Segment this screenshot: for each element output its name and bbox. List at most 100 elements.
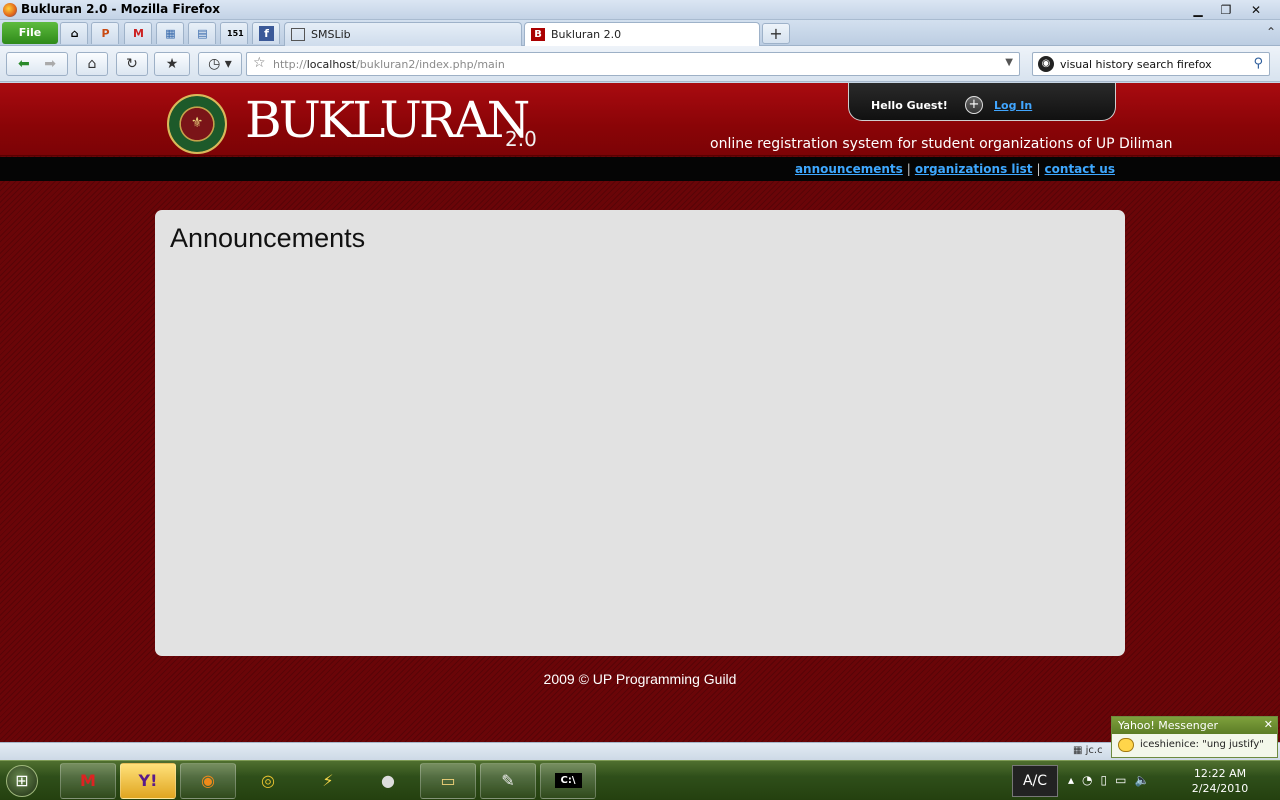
- command-prompt-icon: C:\: [554, 773, 582, 788]
- minimize-button[interactable]: ▁: [1186, 2, 1210, 18]
- list-all-tabs-icon[interactable]: ⌃: [1266, 25, 1276, 39]
- usb-icon: ▯: [1100, 773, 1116, 787]
- nav-link-contact-us[interactable]: contact us: [1045, 162, 1115, 176]
- taskbar-notepad[interactable]: ✎: [480, 763, 536, 799]
- clock[interactable]: 12:22 AM 2/24/2010: [1182, 766, 1258, 796]
- site-footer: 2009 © UP Programming Guild: [543, 671, 737, 687]
- login-plus-icon[interactable]: +: [965, 96, 983, 114]
- yahoo-messenger-icon: Y!: [138, 771, 158, 790]
- history-button[interactable]: ◷ ▾: [198, 52, 242, 76]
- url-dropdown-icon[interactable]: ▼: [1005, 57, 1013, 68]
- checkered-icon: ▦: [1073, 745, 1083, 756]
- network-icon: ◔: [1082, 773, 1101, 787]
- taskbar-gmail[interactable]: M: [60, 763, 116, 799]
- taskbar-winamp[interactable]: ⚡: [300, 763, 356, 799]
- home-icon: ⌂: [70, 27, 79, 40]
- new-tab-button[interactable]: +: [762, 23, 790, 44]
- app-tab-document[interactable]: ▤: [188, 22, 216, 44]
- firefox-icon: ◉: [201, 771, 215, 790]
- volume-icon: 🔈: [1134, 773, 1158, 787]
- notepad-icon: ✎: [501, 771, 515, 790]
- app-tab-p[interactable]: P: [91, 22, 119, 44]
- login-link[interactable]: Log In: [994, 99, 1032, 112]
- file-menu-button[interactable]: File: [2, 22, 58, 44]
- site-header: ⚜ BUKLURAN 2.0 online registration syste…: [0, 83, 1280, 156]
- reload-button[interactable]: ↻: [116, 52, 148, 76]
- firefox-icon: [3, 3, 17, 17]
- site-nav-links: announcements | organizations list | contact…: [794, 162, 1115, 176]
- document-icon: ▤: [197, 27, 208, 40]
- site-nav-bar: announcements | organizations list | contact…: [0, 157, 1280, 181]
- show-hidden-icons-icon: ▴: [1068, 773, 1083, 787]
- taskbar-yahoo-messenger[interactable]: Y!: [120, 763, 176, 799]
- star-icon: ★: [165, 56, 179, 72]
- calendar-icon: ▦: [165, 27, 176, 40]
- yahoo-messenger-notification[interactable]: Yahoo! Messenger ✕ iceshienice: "ung jus…: [1111, 716, 1278, 758]
- start-button[interactable]: ⊞: [0, 761, 44, 800]
- gmail-icon: M: [133, 27, 144, 40]
- taskbar-command-prompt[interactable]: C:\: [540, 763, 596, 799]
- 151-icon: 151: [227, 29, 244, 38]
- nav-link-organizations-list[interactable]: organizations list: [915, 162, 1033, 176]
- window-title: Bukluran 2.0 - Mozilla Firefox: [21, 2, 221, 16]
- app-tab-gmail[interactable]: M: [124, 22, 152, 44]
- clock-icon: ◷ ▾: [208, 56, 232, 72]
- chat-bubble-icon: [1118, 738, 1134, 752]
- bookmark-star-icon[interactable]: ☆: [253, 55, 266, 71]
- greeting: Hello Guest!: [871, 99, 948, 112]
- home-button[interactable]: ⌂: [76, 52, 108, 76]
- taskbar-sheep[interactable]: ●: [360, 763, 416, 799]
- tab-smslib[interactable]: SMSLib: [284, 22, 522, 46]
- search-input[interactable]: visual history search firefox: [1060, 58, 1212, 71]
- close-icon[interactable]: ✕: [1264, 718, 1273, 731]
- status-text: ▦ jc.c: [1073, 745, 1103, 756]
- url-bar[interactable]: ☆ http://localhost/bukluran2/index.php/m…: [246, 52, 1020, 76]
- navigation-toolbar: ⬅ ➡ ⌂ ↻ ★ ◷ ▾ ☆ http://localhost/buklura…: [0, 46, 1280, 82]
- notification-message[interactable]: iceshienice: "ung justify": [1140, 739, 1264, 750]
- search-icon[interactable]: ⚲: [1253, 56, 1263, 71]
- chrome-icon: ◎: [261, 771, 275, 790]
- mail-icon: [291, 28, 305, 41]
- app-tab-facebook[interactable]: f: [252, 22, 280, 44]
- folder-icon: ▭: [440, 771, 456, 790]
- url-text[interactable]: http://localhost/bukluran2/index.php/mai…: [273, 58, 505, 71]
- announcements-panel: Announcements: [155, 210, 1125, 656]
- search-bar[interactable]: ◉ visual history search firefox ⚲: [1032, 52, 1270, 76]
- app-tab-151[interactable]: 151: [220, 22, 248, 44]
- search-engine-icon[interactable]: ◉: [1038, 56, 1054, 72]
- app-tab-home[interactable]: ⌂: [60, 22, 88, 44]
- restore-button[interactable]: ❐: [1214, 2, 1238, 18]
- display-icon: ▭: [1115, 773, 1135, 787]
- notification-title: Yahoo! Messenger: [1112, 717, 1277, 734]
- taskbar-explorer[interactable]: ▭: [420, 763, 476, 799]
- forward-arrow-icon[interactable]: ➡: [44, 56, 56, 72]
- ac-indicator[interactable]: A/C: [1012, 765, 1058, 797]
- close-window-button[interactable]: ✕: [1244, 2, 1268, 18]
- back-forward-button[interactable]: ⬅ ➡: [6, 52, 68, 76]
- tab-bukluran[interactable]: B Bukluran 2.0: [524, 22, 760, 47]
- winamp-icon: ⚡: [322, 771, 334, 790]
- bookmarks-button[interactable]: ★: [154, 52, 190, 76]
- tab-label: Bukluran 2.0: [551, 28, 622, 41]
- clock-time: 12:22 AM: [1193, 767, 1247, 780]
- gmail-icon: M: [80, 771, 96, 790]
- bukluran-favicon-icon: B: [531, 28, 545, 41]
- home-icon: ⌂: [87, 56, 97, 72]
- tab-strip: File ⌂ P M ▦ ▤ 151 f SMSLib B Bukluran 2…: [0, 20, 1280, 47]
- app-tab-calendar[interactable]: ▦: [156, 22, 184, 44]
- back-arrow-icon[interactable]: ⬅: [18, 56, 30, 72]
- taskbar-chrome[interactable]: ◎: [240, 763, 296, 799]
- reload-icon: ↻: [126, 56, 138, 72]
- tab-label: SMSLib: [311, 28, 351, 41]
- panel-title: Announcements: [170, 223, 366, 253]
- window-titlebar: Bukluran 2.0 - Mozilla Firefox ▁ ❐ ✕: [0, 0, 1280, 20]
- status-bar: ▦ jc.c: [0, 742, 1280, 760]
- nav-link-announcements[interactable]: announcements: [795, 162, 903, 176]
- site-version: 2.0: [505, 127, 537, 151]
- taskbar-firefox[interactable]: ◉: [180, 763, 236, 799]
- user-panel: Hello Guest! + Log In: [848, 83, 1116, 121]
- windows-logo-icon: ⊞: [6, 765, 38, 797]
- p-app-icon: P: [101, 27, 110, 40]
- system-tray[interactable]: ▴◔▯▭🔈: [1068, 773, 1157, 787]
- sheep-icon: ●: [381, 771, 395, 790]
